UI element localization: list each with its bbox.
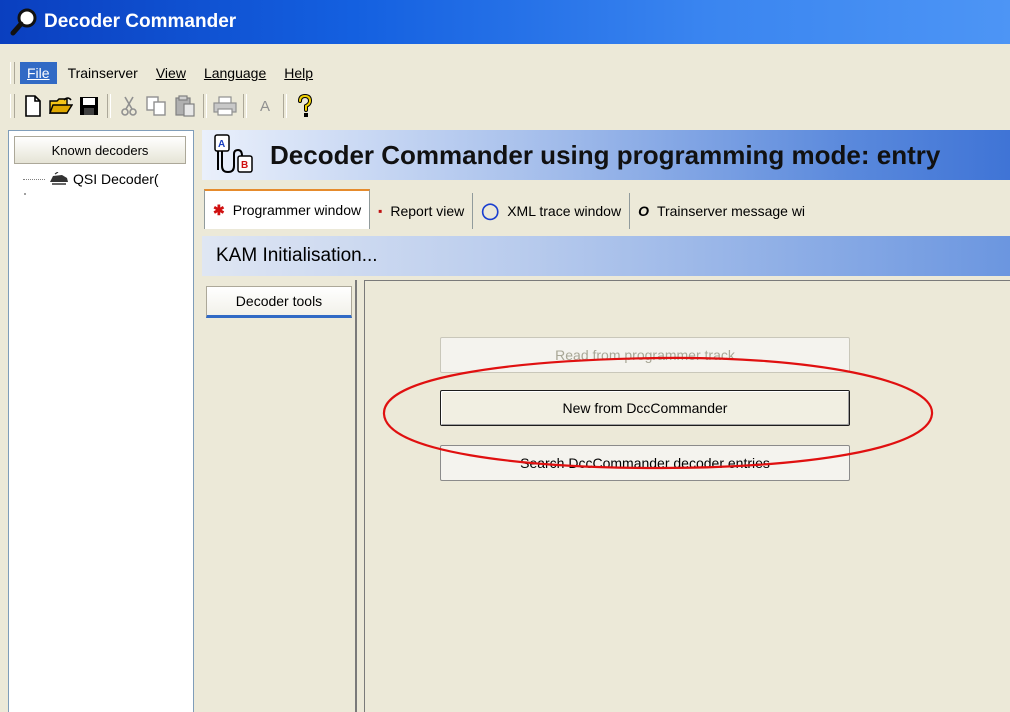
report-icon: ▪ bbox=[378, 204, 383, 218]
tree-item-qsi-decoder[interactable]: QSI Decoder( bbox=[23, 171, 159, 187]
tab-trainserver-message-window[interactable]: O Trainserver message wi bbox=[630, 193, 813, 229]
magnifier-icon bbox=[10, 7, 40, 37]
new-from-dcccommander-button[interactable]: New from DccCommander bbox=[440, 390, 850, 426]
help-icon[interactable] bbox=[293, 93, 317, 119]
tab-programmer-window[interactable]: ✱ Programmer window bbox=[204, 189, 371, 229]
toolbar-separator bbox=[243, 94, 247, 118]
xml-trace-icon: ◯ bbox=[481, 203, 500, 220]
tree-item-label: QSI Decoder( bbox=[73, 171, 159, 187]
print-icon[interactable] bbox=[213, 93, 237, 119]
menu-trainserver[interactable]: Trainserver bbox=[61, 62, 145, 84]
copy-icon[interactable] bbox=[145, 93, 169, 119]
open-folder-icon[interactable] bbox=[49, 93, 73, 119]
locomotive-icon bbox=[49, 171, 69, 186]
toolbar: A bbox=[0, 90, 1010, 122]
new-document-icon[interactable] bbox=[21, 93, 45, 119]
svg-text:A: A bbox=[218, 139, 225, 150]
section-header: KAM Initialisation... bbox=[202, 236, 1010, 276]
cut-icon[interactable] bbox=[117, 93, 141, 119]
programmer-connection-icon: A B bbox=[210, 132, 266, 178]
message-icon: O bbox=[638, 203, 649, 219]
title-bar: Decoder Commander bbox=[0, 0, 1010, 44]
tree-connector bbox=[24, 193, 26, 195]
svg-text:B: B bbox=[241, 160, 248, 171]
tab-label: XML trace window bbox=[507, 203, 622, 219]
section-title: KAM Initialisation... bbox=[216, 245, 378, 266]
toolbar-grip[interactable] bbox=[10, 94, 15, 118]
window-title: Decoder Commander bbox=[44, 11, 237, 32]
tree-connector bbox=[23, 178, 45, 180]
tab-decoder-tools[interactable]: Decoder tools bbox=[206, 286, 352, 318]
menu-help[interactable]: Help bbox=[277, 62, 320, 84]
toolbar-separator bbox=[283, 94, 287, 118]
tab-xml-trace-window[interactable]: ◯ XML trace window bbox=[473, 193, 631, 229]
page-title: Decoder Commander using programming mode… bbox=[270, 139, 941, 170]
read-from-programmer-track-button[interactable]: Read from programmer track bbox=[440, 337, 850, 373]
tab-label: Trainserver message wi bbox=[656, 203, 806, 219]
save-icon[interactable] bbox=[77, 93, 101, 119]
search-dcccommander-entries-button[interactable]: Search DccCommander decoder entries bbox=[440, 445, 850, 481]
tab-label: Programmer window bbox=[232, 202, 362, 218]
view-tabs: ✱ Programmer window ▪ Report view ◯ XML … bbox=[202, 187, 1010, 229]
known-decoders-header[interactable]: Known decoders bbox=[14, 136, 186, 164]
menubar-grip[interactable] bbox=[10, 61, 15, 84]
toolbar-separator bbox=[203, 94, 207, 118]
font-icon[interactable]: A bbox=[253, 93, 277, 119]
toolbar-separator bbox=[107, 94, 111, 118]
known-decoders-panel: Known decoders QSI Decoder( bbox=[8, 130, 194, 712]
main-header: A B Decoder Commander using programming … bbox=[202, 130, 1010, 180]
menu-language[interactable]: Language bbox=[197, 62, 273, 84]
programmer-icon: ✱ bbox=[213, 201, 225, 218]
menu-file[interactable]: File bbox=[20, 61, 57, 84]
tool-column: Decoder tools bbox=[202, 280, 357, 712]
paste-icon[interactable] bbox=[173, 93, 197, 119]
menu-view[interactable]: View bbox=[149, 62, 193, 84]
tab-report-view[interactable]: ▪ Report view bbox=[370, 193, 474, 229]
menu-bar: File Trainserver View Language Help bbox=[0, 59, 1010, 86]
tab-label: Report view bbox=[390, 203, 465, 219]
